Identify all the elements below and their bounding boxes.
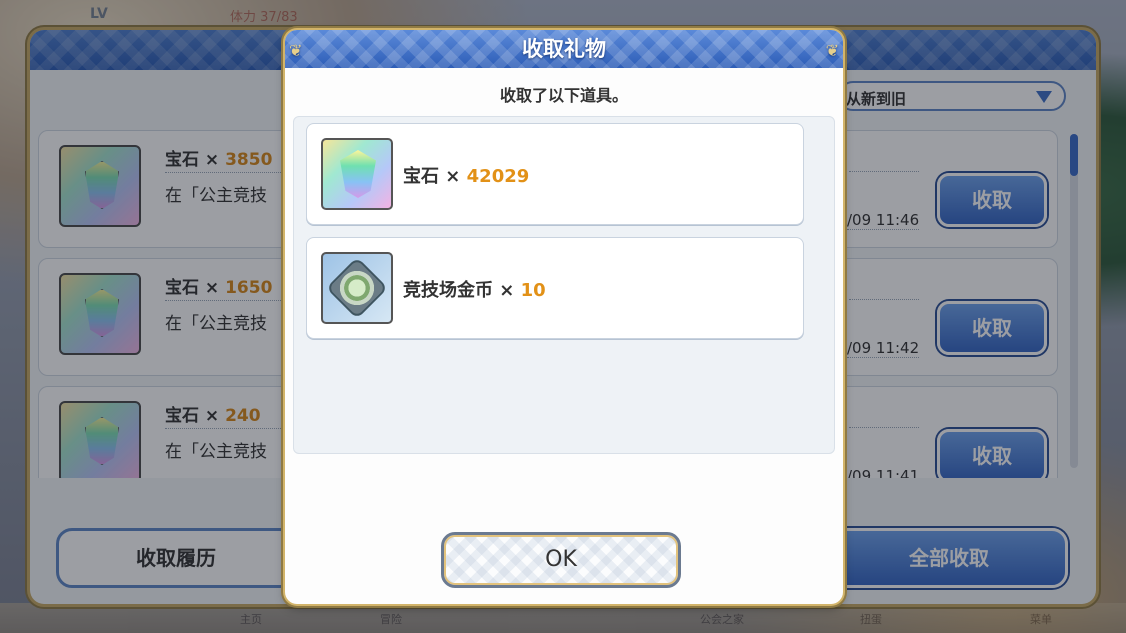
gem-icon — [340, 150, 376, 198]
received-item: 竞技场金币 × 10 — [306, 237, 804, 339]
ornament-icon: ❦ — [825, 41, 839, 60]
received-item: 宝石 × 42029 — [306, 123, 804, 225]
item-icon-frame — [321, 252, 393, 324]
arena-coin-icon — [325, 256, 389, 320]
ornament-icon: ❦ — [289, 41, 303, 60]
received-gifts-dialog: ❦ 收取礼物 ❦ 收取了以下道具。 宝石 × 42029 竞技场金币 × 10 … — [285, 30, 843, 604]
ok-button[interactable]: OK — [441, 532, 681, 588]
received-item-label: 竞技场金币 × 10 — [403, 280, 546, 301]
received-items-list: 宝石 × 42029 竞技场金币 × 10 — [293, 116, 835, 454]
dialog-subtitle: 收取了以下道具。 — [499, 86, 628, 105]
item-icon-frame — [321, 138, 393, 210]
dialog-title: ❦ 收取礼物 ❦ — [285, 30, 843, 68]
received-item-label: 宝石 × 42029 — [403, 166, 530, 187]
